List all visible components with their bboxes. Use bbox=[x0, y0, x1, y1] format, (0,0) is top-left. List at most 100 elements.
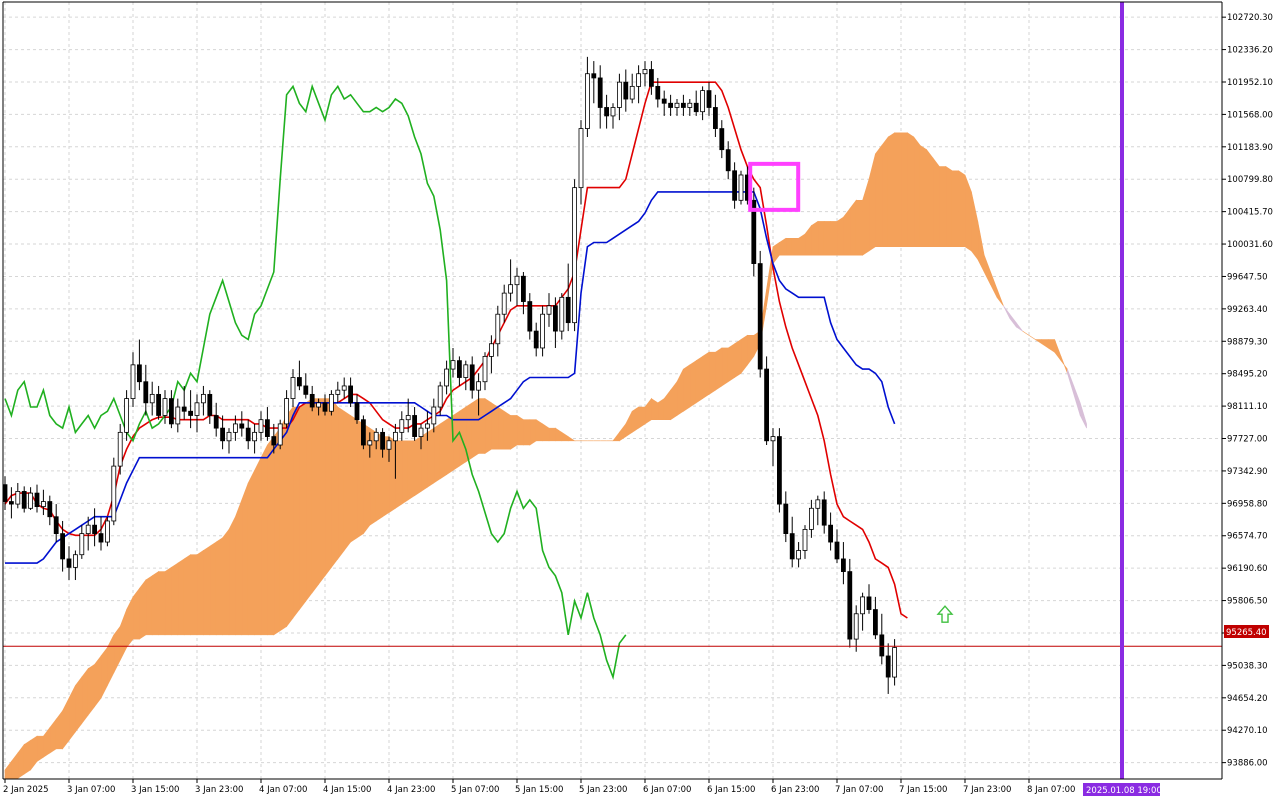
candle-body bbox=[591, 73, 597, 79]
candle-body bbox=[188, 410, 194, 416]
candle-body bbox=[693, 102, 699, 113]
kumo-segment bbox=[715, 347, 723, 391]
y-tick-label: 94270.10 bbox=[1227, 726, 1268, 736]
candle-body bbox=[162, 398, 168, 416]
kumo-segment bbox=[183, 554, 191, 636]
kumo-segment bbox=[887, 132, 895, 248]
candle-body bbox=[79, 533, 85, 556]
candle-body bbox=[668, 102, 673, 108]
kumo-segment bbox=[407, 440, 415, 501]
kumo-segment bbox=[907, 132, 915, 248]
kumo-segment bbox=[791, 237, 799, 256]
candle-body bbox=[879, 634, 885, 657]
candle-body bbox=[885, 655, 891, 678]
kumo-segment bbox=[849, 199, 857, 256]
candle-body bbox=[770, 436, 776, 442]
kumo-segment bbox=[292, 406, 300, 619]
x-tick-label: 6 Jan 07:00 bbox=[643, 785, 691, 795]
kumo-segment bbox=[235, 499, 243, 636]
candle-body bbox=[412, 415, 418, 437]
candle-body bbox=[559, 296, 565, 332]
chart-area[interactable]: 102720.30 102336.20 101952.10 101568.00 1011… bbox=[0, 0, 1280, 800]
kumo-segment bbox=[894, 132, 902, 248]
candle-body bbox=[661, 98, 667, 104]
candle-body bbox=[136, 364, 142, 383]
kumo-segment bbox=[87, 663, 95, 716]
kumo-segment bbox=[23, 739, 31, 775]
y-tick-label: 98111.10 bbox=[1227, 402, 1268, 412]
kumo-segment bbox=[503, 410, 511, 450]
kumo-segment bbox=[881, 136, 889, 248]
kumo-segment bbox=[215, 537, 223, 636]
x-tick-label: 2 Jan 2025 bbox=[3, 785, 49, 795]
candle-body bbox=[149, 393, 155, 404]
kumo-segment bbox=[919, 144, 927, 248]
y-tick-label: 102720.30 bbox=[1227, 13, 1273, 23]
x-tick-label: 7 Jan 15:00 bbox=[899, 785, 947, 795]
y-tick-label: 98495.20 bbox=[1227, 370, 1268, 380]
candle-body bbox=[418, 427, 424, 437]
candle-body bbox=[181, 406, 187, 412]
kumo-segment bbox=[139, 579, 147, 640]
candle-body bbox=[476, 381, 482, 391]
candle-body bbox=[271, 436, 277, 446]
candle-body bbox=[316, 402, 322, 408]
candle-body bbox=[597, 77, 603, 108]
candle-body bbox=[757, 263, 763, 370]
candle-body bbox=[828, 524, 833, 543]
candle-body bbox=[117, 431, 123, 467]
kumo-segment bbox=[926, 148, 934, 248]
kumo-segment bbox=[702, 351, 710, 400]
candle-body bbox=[60, 533, 65, 560]
kumo-segment bbox=[510, 415, 518, 450]
candle-body bbox=[604, 107, 609, 117]
kumo-segment bbox=[151, 571, 159, 636]
candle-body bbox=[111, 465, 117, 522]
candle-body bbox=[322, 402, 328, 412]
kumo-segment bbox=[401, 440, 409, 505]
chart-svg[interactable]: 102720.30 102336.20 101952.10 101568.00 1011… bbox=[0, 0, 1280, 800]
kumo-segment bbox=[817, 221, 825, 256]
candle-body bbox=[290, 377, 296, 400]
candle-body bbox=[456, 360, 462, 378]
y-tick-label: 99263.40 bbox=[1227, 305, 1268, 315]
candle-body bbox=[34, 492, 40, 508]
x-tick-label: 5 Jan 07:00 bbox=[451, 785, 499, 795]
candle-body bbox=[373, 431, 379, 442]
candle-body bbox=[264, 419, 270, 437]
candle-body bbox=[296, 377, 302, 387]
kumo-segment bbox=[548, 427, 556, 442]
candle-body bbox=[553, 305, 558, 332]
kumo-segment bbox=[932, 157, 940, 248]
kumo-segment bbox=[951, 170, 959, 248]
candle-body bbox=[309, 393, 315, 408]
kumo-segment bbox=[631, 406, 639, 433]
candle-body bbox=[719, 128, 725, 151]
kumo-segment bbox=[708, 351, 716, 395]
candle-body bbox=[764, 368, 769, 442]
candle-body bbox=[399, 419, 405, 433]
candle-body bbox=[610, 107, 616, 117]
kumo-segment bbox=[945, 165, 953, 248]
y-tick-label: 100799.80 bbox=[1227, 175, 1273, 185]
x-tick-label: 4 Jan 23:00 bbox=[387, 785, 435, 795]
kumo-segment bbox=[222, 528, 230, 636]
y-tick-label: 97727.00 bbox=[1227, 435, 1268, 445]
candle-body bbox=[585, 73, 590, 129]
candle-body bbox=[386, 440, 392, 450]
candle-body bbox=[860, 596, 865, 615]
y-tick-label: 101952.10 bbox=[1227, 78, 1273, 88]
candle-body bbox=[802, 528, 808, 551]
x-tick-label: 3 Jan 23:00 bbox=[195, 785, 243, 795]
kumo-segment bbox=[299, 402, 307, 611]
candle-body bbox=[565, 296, 571, 324]
candle-body bbox=[130, 364, 136, 400]
candle-body bbox=[578, 128, 584, 189]
candle-body bbox=[124, 398, 129, 433]
candle-body bbox=[360, 419, 366, 446]
kumo-segment bbox=[830, 221, 838, 256]
kumo-segment bbox=[279, 415, 287, 632]
y-tick-label: 100031.60 bbox=[1227, 240, 1273, 250]
kumo-segment bbox=[196, 549, 204, 636]
candle-body bbox=[252, 431, 258, 442]
